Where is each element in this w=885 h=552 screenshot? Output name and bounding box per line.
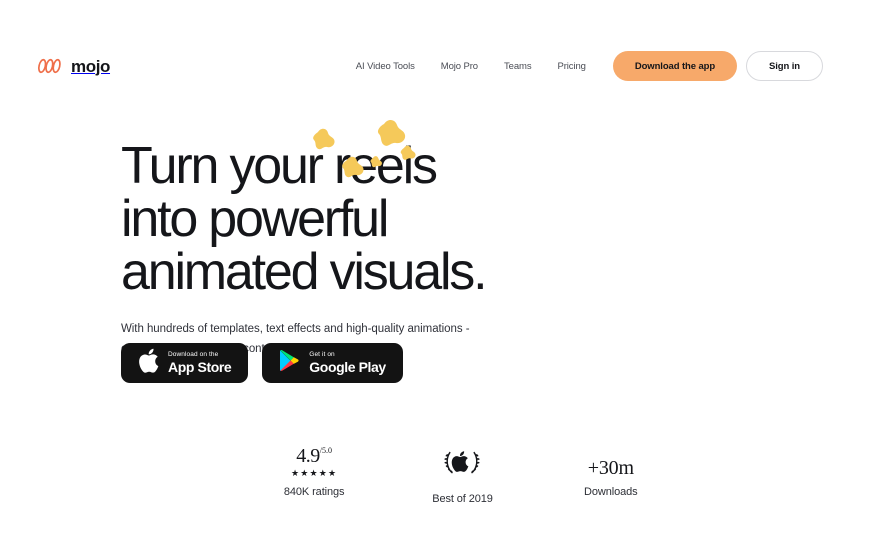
rating-value: 4.9	[296, 445, 320, 467]
main-nav: AI Video Tools Mojo Pro Teams Pricing Do…	[343, 51, 823, 81]
apple-laurel-award-icon	[436, 446, 488, 485]
headline-line-1-text: Turn your	[121, 137, 335, 195]
headline-line-3: animated visuals.	[121, 243, 488, 302]
rating-stars-icon: ★★★★★	[290, 468, 338, 478]
google-play-icon	[279, 349, 300, 377]
rating-score-row: 4.9 /5.0	[296, 446, 332, 466]
page-title: Turn your reels into powerful animated v…	[121, 119, 541, 302]
downloads-caption: Downloads	[584, 486, 638, 498]
rating-caption: 840K ratings	[283, 486, 345, 498]
app-store-label-group: Download on the App Store	[168, 350, 232, 376]
headline-word-reels: reels	[334, 137, 438, 195]
headline-line-2: into powerful	[121, 190, 389, 249]
google-play-top-label: Get it on	[309, 350, 335, 358]
brand-logo[interactable]: mojo	[36, 58, 110, 75]
rating-max: /5.0	[319, 446, 333, 455]
hero-section: Turn your reels into powerful animated v…	[121, 119, 681, 359]
mojo-loops-icon	[36, 58, 64, 74]
hero-subheading-line-1: With hundreds of templates, text effects…	[121, 323, 470, 336]
downloads-value: +30m	[587, 457, 634, 479]
brand-name: mojo	[71, 56, 111, 76]
headline-line-1: Turn your reels	[121, 137, 541, 195]
app-store-button[interactable]: Download on the App Store	[121, 343, 249, 383]
apple-logo-icon	[138, 348, 159, 378]
stats-row: 4.9 /5.0 ★★★★★ 840K ratings Best of 2019…	[0, 446, 885, 505]
nav-item-mojo-pro[interactable]: Mojo Pro	[428, 55, 491, 78]
stat-downloads: +30m Downloads	[537, 446, 685, 505]
landing-page: mojo AI Video Tools Mojo Pro Teams Prici…	[0, 0, 885, 552]
nav-item-ai-video-tools[interactable]: AI Video Tools	[343, 55, 428, 78]
app-store-bottom-label: App Store	[168, 359, 232, 376]
award-caption: Best of 2019	[432, 493, 493, 505]
stat-award: Best of 2019	[388, 446, 536, 505]
google-play-bottom-label: Google Play	[309, 359, 386, 376]
site-header: mojo AI Video Tools Mojo Pro Teams Prici…	[0, 0, 885, 118]
store-badges: Download on the App Store Get it on Goog…	[121, 343, 403, 383]
google-play-label-group: Get it on Google Play	[309, 350, 386, 376]
download-app-button[interactable]: Download the app	[612, 51, 738, 81]
google-play-button[interactable]: Get it on Google Play	[262, 343, 403, 383]
stat-rating: 4.9 /5.0 ★★★★★ 840K ratings	[240, 446, 388, 505]
sign-in-button[interactable]: Sign in	[746, 51, 823, 81]
nav-item-teams[interactable]: Teams	[491, 55, 544, 78]
app-store-top-label: Download on the	[168, 350, 219, 358]
nav-item-pricing[interactable]: Pricing	[544, 55, 598, 78]
